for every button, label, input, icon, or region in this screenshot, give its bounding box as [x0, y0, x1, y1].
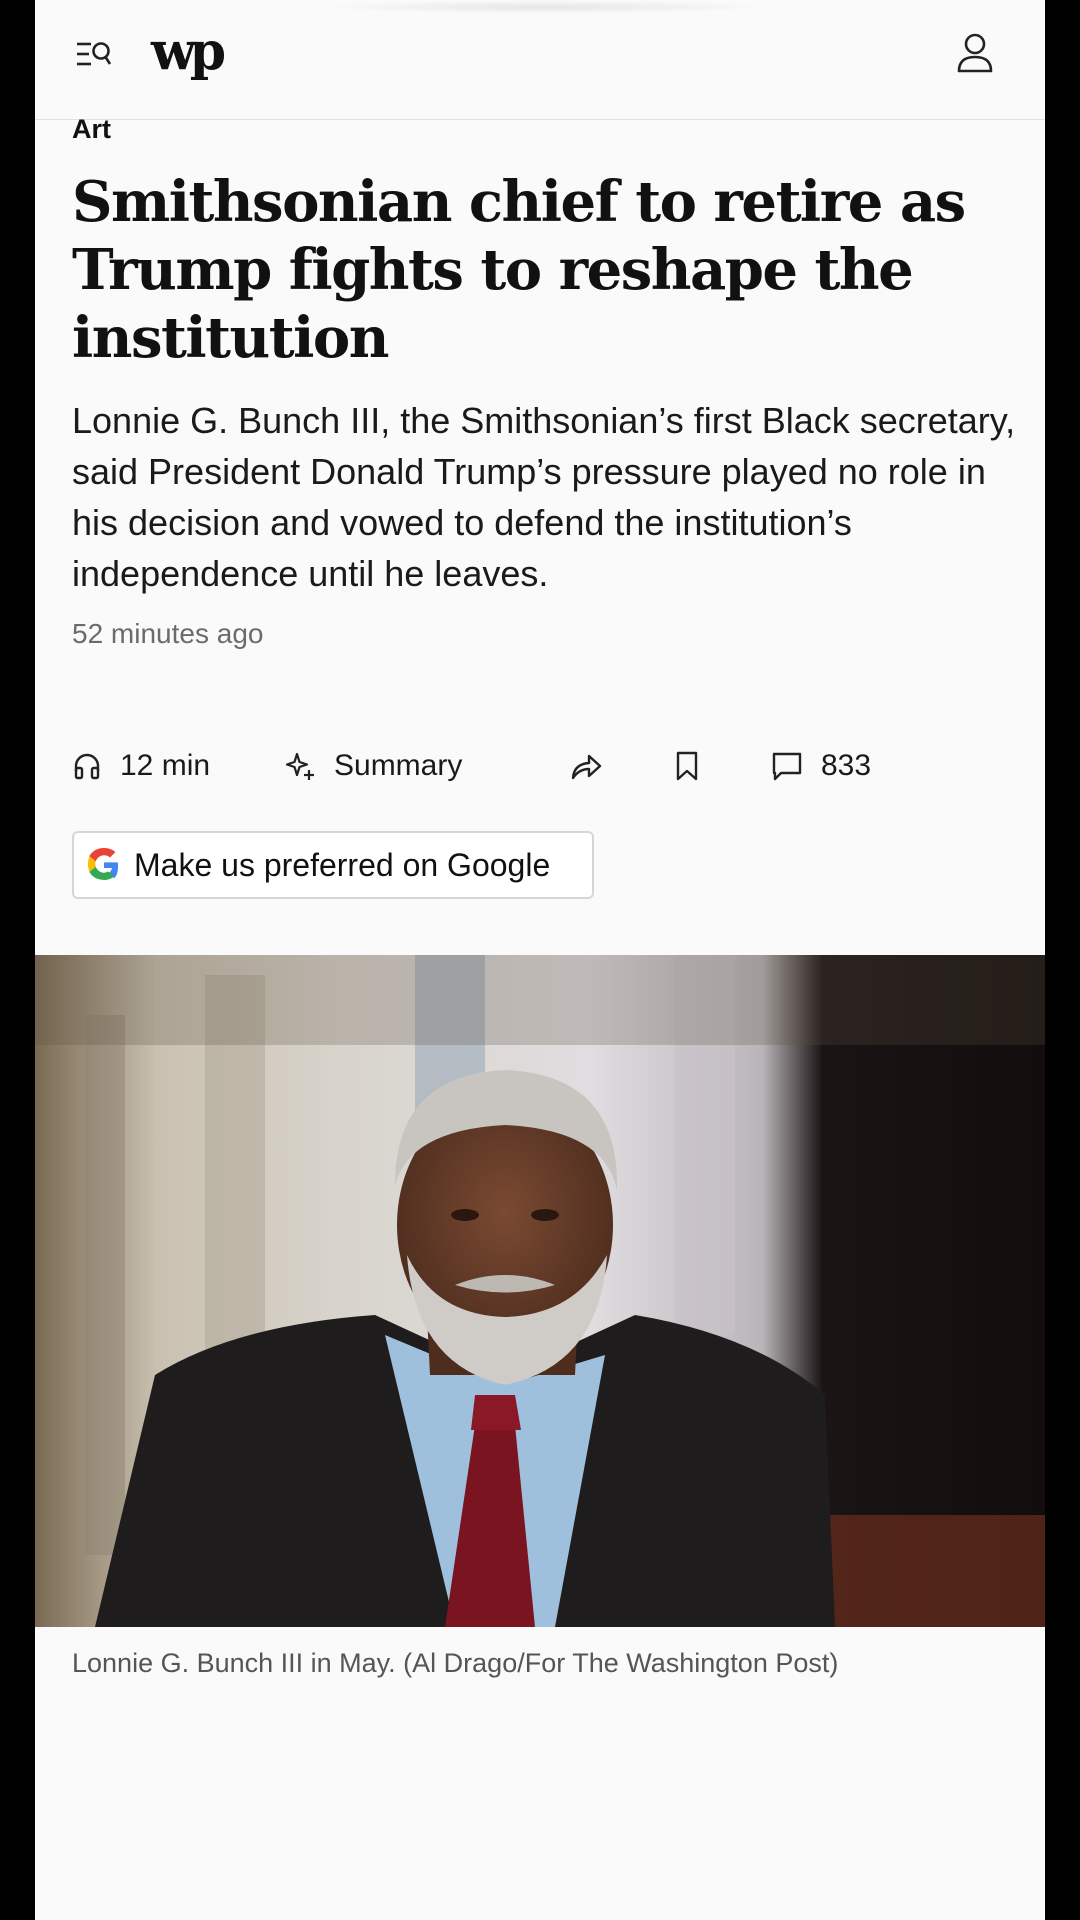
article-timestamp: 52 minutes ago	[72, 618, 264, 649]
bookmark-icon	[676, 751, 698, 781]
article-toolbar: 12 min Summary 833	[72, 744, 972, 788]
sparkle-icon	[285, 752, 314, 780]
comment-icon	[772, 752, 802, 781]
top-nav-bar: wp	[35, 0, 1045, 120]
share-button[interactable]	[569, 744, 603, 788]
menu-search-icon[interactable]	[75, 36, 115, 72]
google-g-icon	[88, 848, 118, 880]
photo-caption: Lonnie G. Bunch III in May. (Al Drago/Fo…	[72, 1648, 839, 1678]
article-screen: wp Art Smithsonian chief to retire as Tr…	[35, 0, 1045, 1920]
washington-post-logo[interactable]: wp	[151, 22, 226, 82]
summary-label: Summary	[334, 749, 463, 782]
make-us-preferred-on-google-button[interactable]: Make us preferred on Google	[72, 831, 594, 899]
summary-button[interactable]: Summary	[284, 744, 462, 788]
article-headline: Smithsonian chief to retire as Trump fig…	[72, 169, 966, 371]
top-shadow	[315, 0, 775, 14]
section-kicker[interactable]: Art	[72, 114, 111, 145]
listen-duration-label: 12 min	[120, 749, 211, 782]
bookmark-button[interactable]	[674, 744, 700, 788]
lead-photo[interactable]	[35, 955, 1045, 1627]
comments-count: 833	[821, 749, 872, 782]
google-button-label: Make us preferred on Google	[134, 846, 551, 883]
headphones-icon	[74, 753, 100, 780]
comments-button[interactable]: 833	[771, 744, 871, 788]
listen-button[interactable]: 12 min	[72, 744, 210, 788]
share-arrow-icon	[571, 754, 602, 780]
article-dek: Lonnie G. Bunch III, the Smithsonian’s f…	[72, 400, 1016, 594]
person-icon[interactable]	[955, 32, 995, 74]
